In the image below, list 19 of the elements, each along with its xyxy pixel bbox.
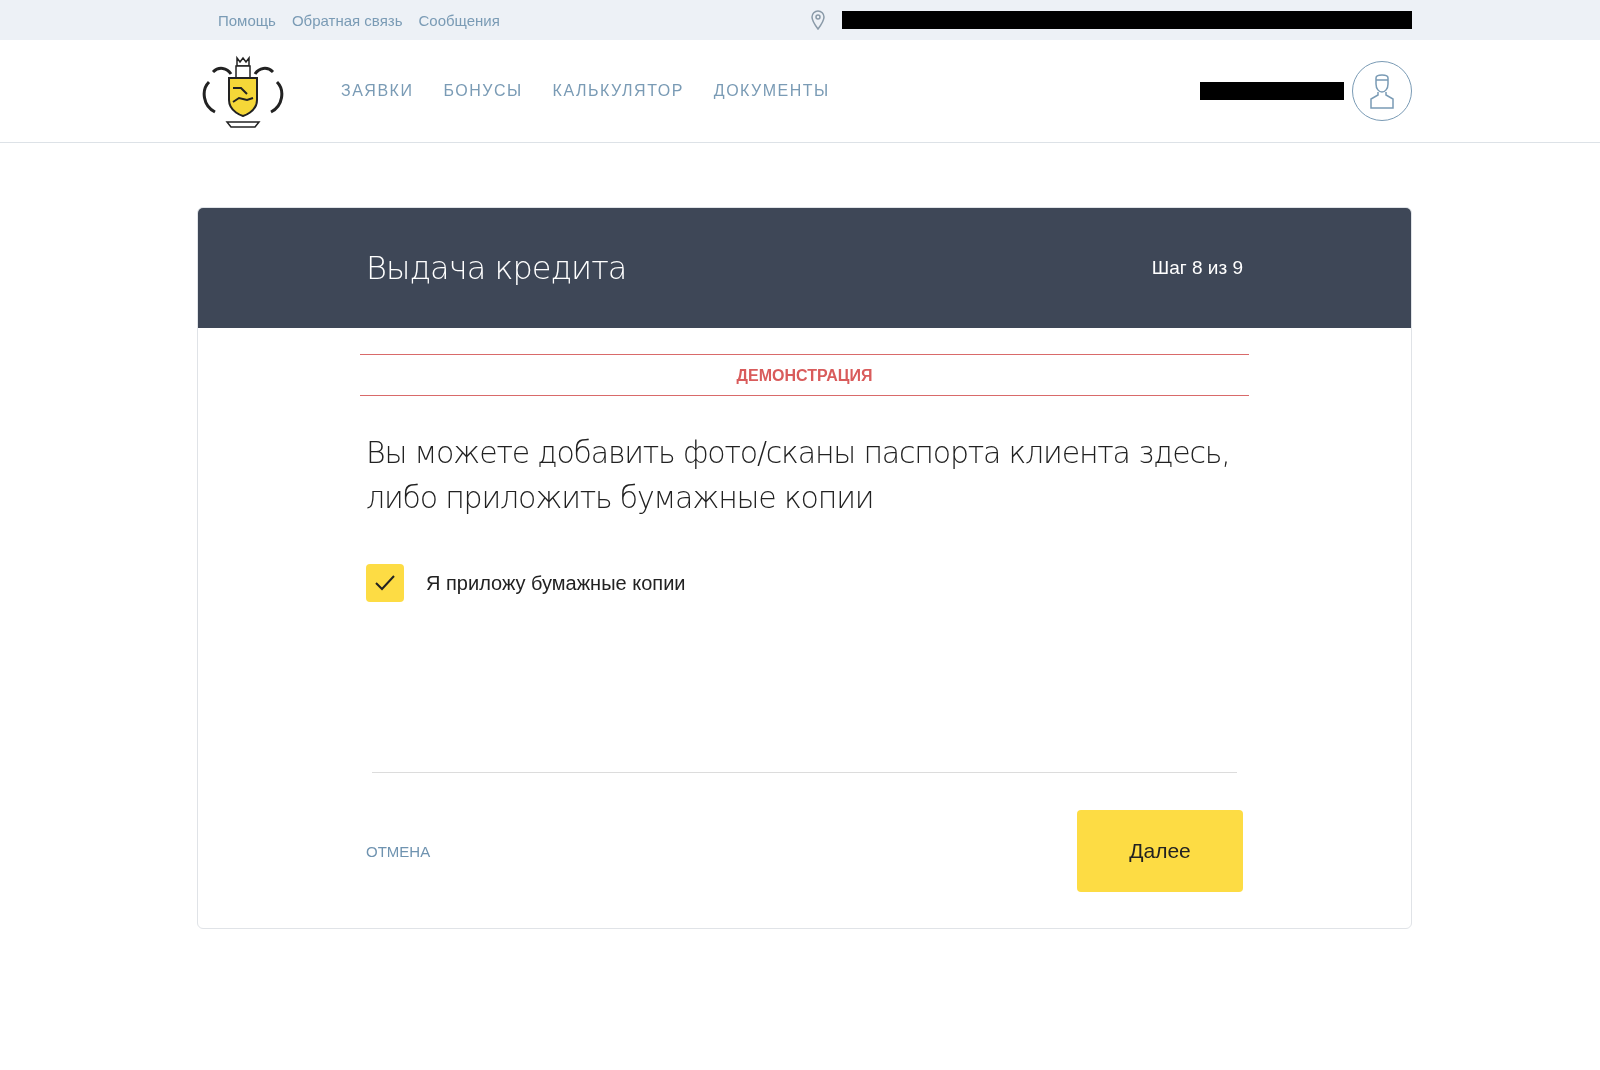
demo-label: ДЕМОНСТРАЦИЯ [736,367,873,384]
top-link[interactable]: Помощь [218,11,276,29]
nav-link[interactable]: ДОКУМЕНТЫ [713,82,830,100]
card-title: Выдача кредита [366,249,627,287]
user-icon [1368,72,1396,110]
nav-link[interactable]: БОНУСЫ [443,82,523,100]
checkbox-label: Я приложу бумажные копии [426,571,686,595]
next-button[interactable]: Далее [1077,810,1243,892]
step-indicator: Шаг 8 из 9 [1151,257,1243,279]
top-link[interactable]: Сообщения [418,11,500,29]
top-link[interactable]: Обратная связь [291,11,403,29]
checkmark-icon [374,574,396,592]
checkbox[interactable] [366,564,404,602]
nav-link[interactable]: КАЛЬКУЛЯТОР [552,82,684,100]
profile-button[interactable] [1352,61,1412,121]
instruction-text: Вы можете добавить фото/сканы паспорта клиента здесь, либо приложить бумажные копии [366,434,1231,517]
cancel-link[interactable]: ОТМЕНА [366,842,431,860]
location-pin-icon [810,10,826,30]
nav-link[interactable]: ЗАЯВКИ [341,82,414,100]
